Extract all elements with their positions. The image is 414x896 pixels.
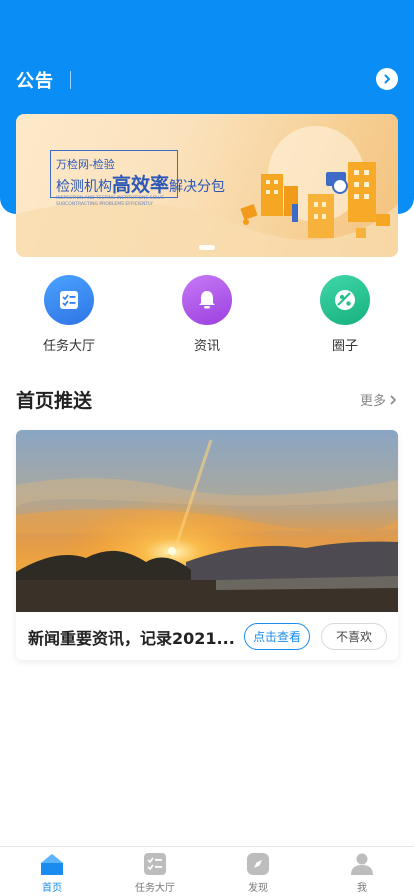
news-card[interactable]: 新闻重要资讯，记录2021... 点击查看 不喜欢 — [16, 430, 398, 660]
task-list-icon — [44, 275, 94, 325]
tab-me[interactable]: 我 — [322, 851, 402, 894]
banner-headline-part1: 检测机构 — [56, 179, 112, 195]
quick-item-label: 资讯 — [193, 339, 220, 354]
discover-icon — [245, 851, 271, 877]
view-button[interactable]: 点击查看 — [244, 623, 310, 650]
banner-pagination-indicator[interactable] — [199, 245, 215, 250]
quick-item-circle[interactable]: 圈子 — [295, 275, 395, 354]
promo-banner[interactable]: 万检网-检验 检测机构高效率解决分包 INSPECTION AND TESTIN… — [16, 114, 398, 257]
banner-headline: 检测机构高效率解决分包 — [56, 170, 225, 197]
tab-discover[interactable]: 发现 — [218, 851, 298, 894]
chevron-right-icon — [390, 394, 397, 405]
tab-label: 发现 — [248, 883, 268, 894]
notice-title: 公告 — [16, 71, 54, 92]
bell-icon — [182, 275, 232, 325]
chevron-right-icon[interactable] — [376, 68, 398, 90]
more-link-label: 更多 — [359, 394, 386, 409]
circle-icon — [320, 275, 370, 325]
tab-label: 我 — [357, 883, 367, 894]
home-icon — [39, 851, 65, 877]
tab-home[interactable]: 首页 — [12, 851, 92, 894]
news-sunset-photo — [16, 430, 398, 612]
section-title: 首页推送 — [16, 390, 93, 412]
bottom-tab-bar: 首页 任务大厅 发现 我 — [0, 846, 414, 896]
tab-label: 任务大厅 — [135, 883, 175, 894]
quick-item-label: 圈子 — [331, 339, 358, 354]
quick-item-news[interactable]: 资讯 — [157, 275, 257, 354]
tab-task-hall[interactable]: 任务大厅 — [115, 851, 195, 894]
user-icon — [349, 851, 375, 877]
tab-label: 首页 — [42, 883, 62, 894]
task-list-icon — [142, 851, 168, 877]
dislike-button[interactable]: 不喜欢 — [321, 623, 387, 650]
banner-headline-part3: 解决分包 — [169, 179, 226, 195]
banner-headline-part2: 高效率 — [112, 174, 170, 196]
quick-item-task-hall[interactable]: 任务大厅 — [19, 275, 119, 354]
notice-divider — [70, 71, 71, 89]
quick-item-label: 任务大厅 — [42, 339, 95, 354]
news-title: 新闻重要资讯，记录2021... — [28, 629, 235, 648]
more-link[interactable]: 更多 — [360, 390, 398, 409]
quick-menu: 任务大厅 资讯 圈子 — [0, 275, 414, 355]
banner-english-caption: INSPECTION AND TESTING INSTITUTIONS SOLV… — [56, 196, 165, 207]
home-feed-header: 首页推送 更多 — [16, 386, 398, 416]
notice-bar[interactable]: 公告 — [16, 64, 398, 96]
